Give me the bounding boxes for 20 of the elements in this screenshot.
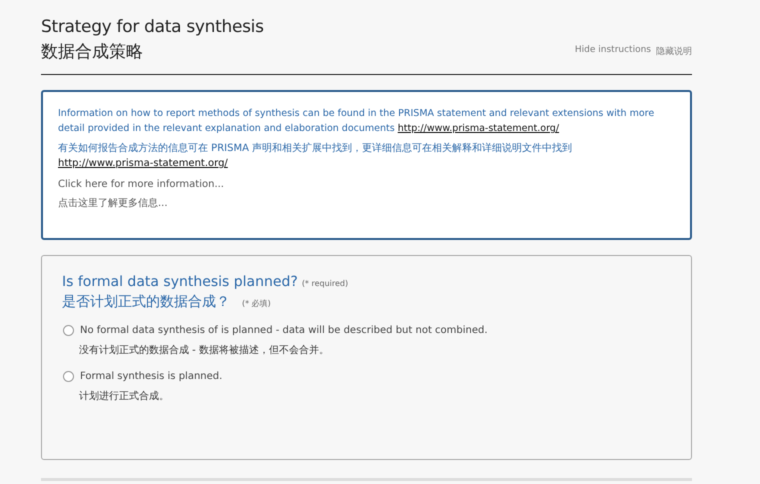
more-info-link[interactable]: Click here for more information... — [58, 179, 675, 190]
question-title: 是否计划正式的数据合成？ — [62, 293, 230, 311]
option-label[interactable]: No formal data synthesis of is planned - data will be described but not combined. — [80, 325, 488, 336]
option-label[interactable]: 没有计划正式的数据合成 - 数据将被描述，但不会合并。 — [79, 343, 671, 357]
instruction-text: Information on how to report methods of synthesis can be found in the PRISMA statement and relevant extensions with more detail provided in the relevant explanation and elaboration documents http://www.prisma-statement.org/ — [58, 107, 656, 136]
hide-instructions-link[interactable]: 隐藏说明 — [656, 45, 692, 58]
option-label[interactable]: Formal synthesis is planned. — [80, 371, 222, 382]
more-info-link[interactable]: 点击这里了解更多信息... — [58, 196, 675, 210]
instruction-text: 有关如何报告合成方法的信息可在 PRISMA 声明和相关扩展中找到，更详细信息可在相关解释和详细说明文件中找到 http://www.prisma-statement.org/ — [58, 142, 574, 171]
section-title: Strategy for data synthesis — [41, 16, 264, 38]
radio-button[interactable] — [63, 371, 74, 382]
radio-button[interactable] — [63, 325, 74, 336]
required-note: (* required) — [302, 279, 348, 288]
prisma-link[interactable]: http://www.prisma-statement.org/ — [58, 158, 228, 169]
required-note: (* 必填) — [242, 298, 271, 309]
question-title: Is formal data synthesis planned? — [62, 274, 298, 290]
option-label[interactable]: 计划进行正式合成。 — [79, 389, 671, 403]
prisma-link[interactable]: http://www.prisma-statement.org/ — [398, 123, 560, 134]
hide-instructions-link[interactable]: Hide instructions — [574, 45, 651, 58]
section-title: 数据合成策略 — [41, 41, 144, 64]
